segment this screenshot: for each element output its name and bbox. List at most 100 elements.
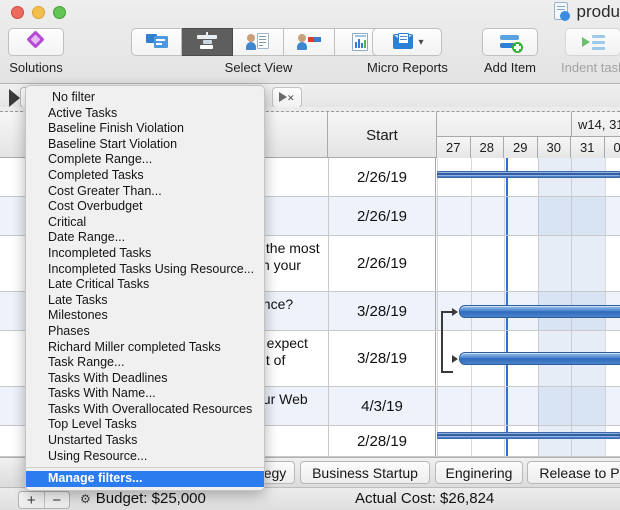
timeline-day-31: 31 (571, 137, 605, 158)
gantt-gridline (437, 331, 438, 386)
menu-item[interactable]: Tasks With Overallocated Resources (26, 402, 264, 418)
project-tab[interactable]: Business Startup (300, 461, 430, 484)
menu-item[interactable]: Task Range... (26, 355, 264, 371)
resource-view-button[interactable] (233, 28, 284, 56)
gantt-row[interactable] (437, 331, 620, 386)
gantt-gridline (504, 387, 505, 425)
title-bar: produ Solutions (0, 0, 620, 84)
micro-reports-button[interactable]: ▾ (372, 28, 442, 56)
add-item-button[interactable] (482, 28, 538, 56)
menu-item[interactable]: Baseline Finish Violation (26, 121, 264, 137)
project-tab[interactable]: Release to Produc (527, 461, 620, 484)
gantt-summary-bar[interactable] (437, 171, 620, 178)
menu-item[interactable]: Late Tasks (26, 293, 264, 309)
cell-task-name[interactable] (255, 158, 327, 196)
gantt-summary-bar[interactable] (437, 432, 620, 439)
cell-task-name[interactable] (255, 426, 327, 456)
gantt-gridline (571, 197, 572, 235)
cell-task-name[interactable]: our Web (255, 387, 327, 425)
menu-item[interactable]: Cost Overbudget (26, 199, 264, 215)
cell-task-name[interactable]: u expect ult of (255, 331, 327, 386)
cell-task-name[interactable]: s the most ch your (255, 236, 327, 291)
menu-item[interactable]: Incompleted Tasks Using Resource... (26, 262, 264, 278)
gantt-row[interactable] (437, 292, 620, 330)
gantt-row[interactable] (437, 236, 620, 291)
gantt-gridline (571, 236, 572, 291)
menu-item[interactable]: Unstarted Tasks (26, 433, 264, 449)
add-row-button[interactable]: + (19, 492, 45, 508)
cell-task-name[interactable]: ence? (255, 292, 327, 330)
gantt-task-bar[interactable] (459, 305, 620, 318)
menu-item[interactable]: Baseline Start Violation (26, 137, 264, 153)
timeline-day-29: 29 (504, 137, 538, 158)
menu-item[interactable]: No filter (26, 90, 264, 106)
remove-row-button[interactable]: − (45, 492, 70, 508)
gantt-row[interactable] (437, 426, 620, 456)
toolbar-caption-add-item: Add Item (484, 60, 536, 75)
toolbar-caption-micro-reports: Micro Reports (367, 60, 448, 75)
gantt-gridline (471, 387, 472, 425)
indent-task-button[interactable] (565, 28, 620, 56)
zoom-button[interactable] (53, 6, 66, 19)
select-view-segmented-control (131, 28, 386, 56)
today-marker-line (506, 426, 508, 456)
cell-task-name[interactable] (255, 197, 327, 235)
close-button[interactable] (11, 6, 24, 19)
gantt-view-button[interactable] (182, 28, 233, 56)
gantt-gridline (437, 236, 438, 291)
menu-item[interactable]: Active Tasks (26, 106, 264, 122)
project-tab[interactable]: Enginering (435, 461, 523, 484)
gantt-row[interactable] (437, 197, 620, 235)
menu-item[interactable]: Critical (26, 215, 264, 231)
filter-dropdown-menu[interactable]: No filterActive TasksBaseline Finish Vio… (25, 85, 265, 491)
menu-item[interactable]: Completed Tasks (26, 168, 264, 184)
assignment-view-button[interactable] (284, 28, 335, 56)
chevron-down-icon[interactable]: ▾ (418, 37, 423, 48)
menu-item[interactable]: Using Resource... (26, 449, 264, 465)
board-view-icon (145, 32, 169, 52)
gantt-task-bar[interactable] (459, 352, 620, 365)
gantt-gridline (471, 236, 472, 291)
gantt-gridline (471, 426, 472, 456)
row-stepper[interactable]: + − (18, 491, 70, 509)
menu-item-manage-filters[interactable]: Manage filters... (26, 471, 264, 487)
menu-item[interactable]: Complete Range... (26, 152, 264, 168)
filter-funnel-icon[interactable] (9, 89, 20, 107)
gantt-row[interactable] (437, 387, 620, 425)
document-title: produ (554, 2, 620, 22)
menu-item[interactable]: Richard Miller completed Tasks (26, 340, 264, 356)
cell-start-date[interactable]: 2/26/19 (328, 236, 436, 291)
gantt-gridline (538, 426, 539, 456)
minimize-button[interactable] (32, 6, 45, 19)
solutions-button[interactable] (8, 28, 64, 56)
menu-item[interactable]: Tasks With Deadlines (26, 371, 264, 387)
column-header-name[interactable] (255, 112, 328, 158)
menu-item[interactable]: Milestones (26, 308, 264, 324)
clear-filter-button[interactable]: ✕ (272, 87, 302, 108)
cell-start-date[interactable]: 2/28/19 (328, 426, 436, 456)
dependency-arrow-icon (452, 308, 458, 316)
weekend-shading (538, 197, 572, 235)
cell-start-date[interactable]: 4/3/19 (328, 387, 436, 425)
column-header-start[interactable]: Start (328, 112, 437, 158)
gantt-gridline (504, 236, 505, 291)
indent-task-icon (581, 32, 605, 52)
cell-start-date[interactable]: 3/28/19 (328, 331, 436, 386)
menu-separator (26, 467, 264, 468)
today-marker-line (506, 387, 508, 425)
menu-item[interactable]: Top Level Tasks (26, 417, 264, 433)
gantt-row[interactable] (437, 158, 620, 196)
cell-start-date[interactable]: 2/26/19 (328, 197, 436, 235)
menu-item[interactable]: Cost Greater Than... (26, 184, 264, 200)
menu-item[interactable]: Phases (26, 324, 264, 340)
menu-item[interactable]: Late Critical Tasks (26, 277, 264, 293)
board-view-button[interactable] (131, 28, 182, 56)
menu-item[interactable]: Incompleted Tasks (26, 246, 264, 262)
resource-view-icon (246, 32, 270, 52)
weekend-shading (538, 387, 572, 425)
cell-start-date[interactable]: 3/28/19 (328, 292, 436, 330)
today-marker-line (506, 197, 508, 235)
cell-start-date[interactable]: 2/26/19 (328, 158, 436, 196)
menu-item[interactable]: Tasks With Name... (26, 386, 264, 402)
menu-item[interactable]: Date Range... (26, 230, 264, 246)
